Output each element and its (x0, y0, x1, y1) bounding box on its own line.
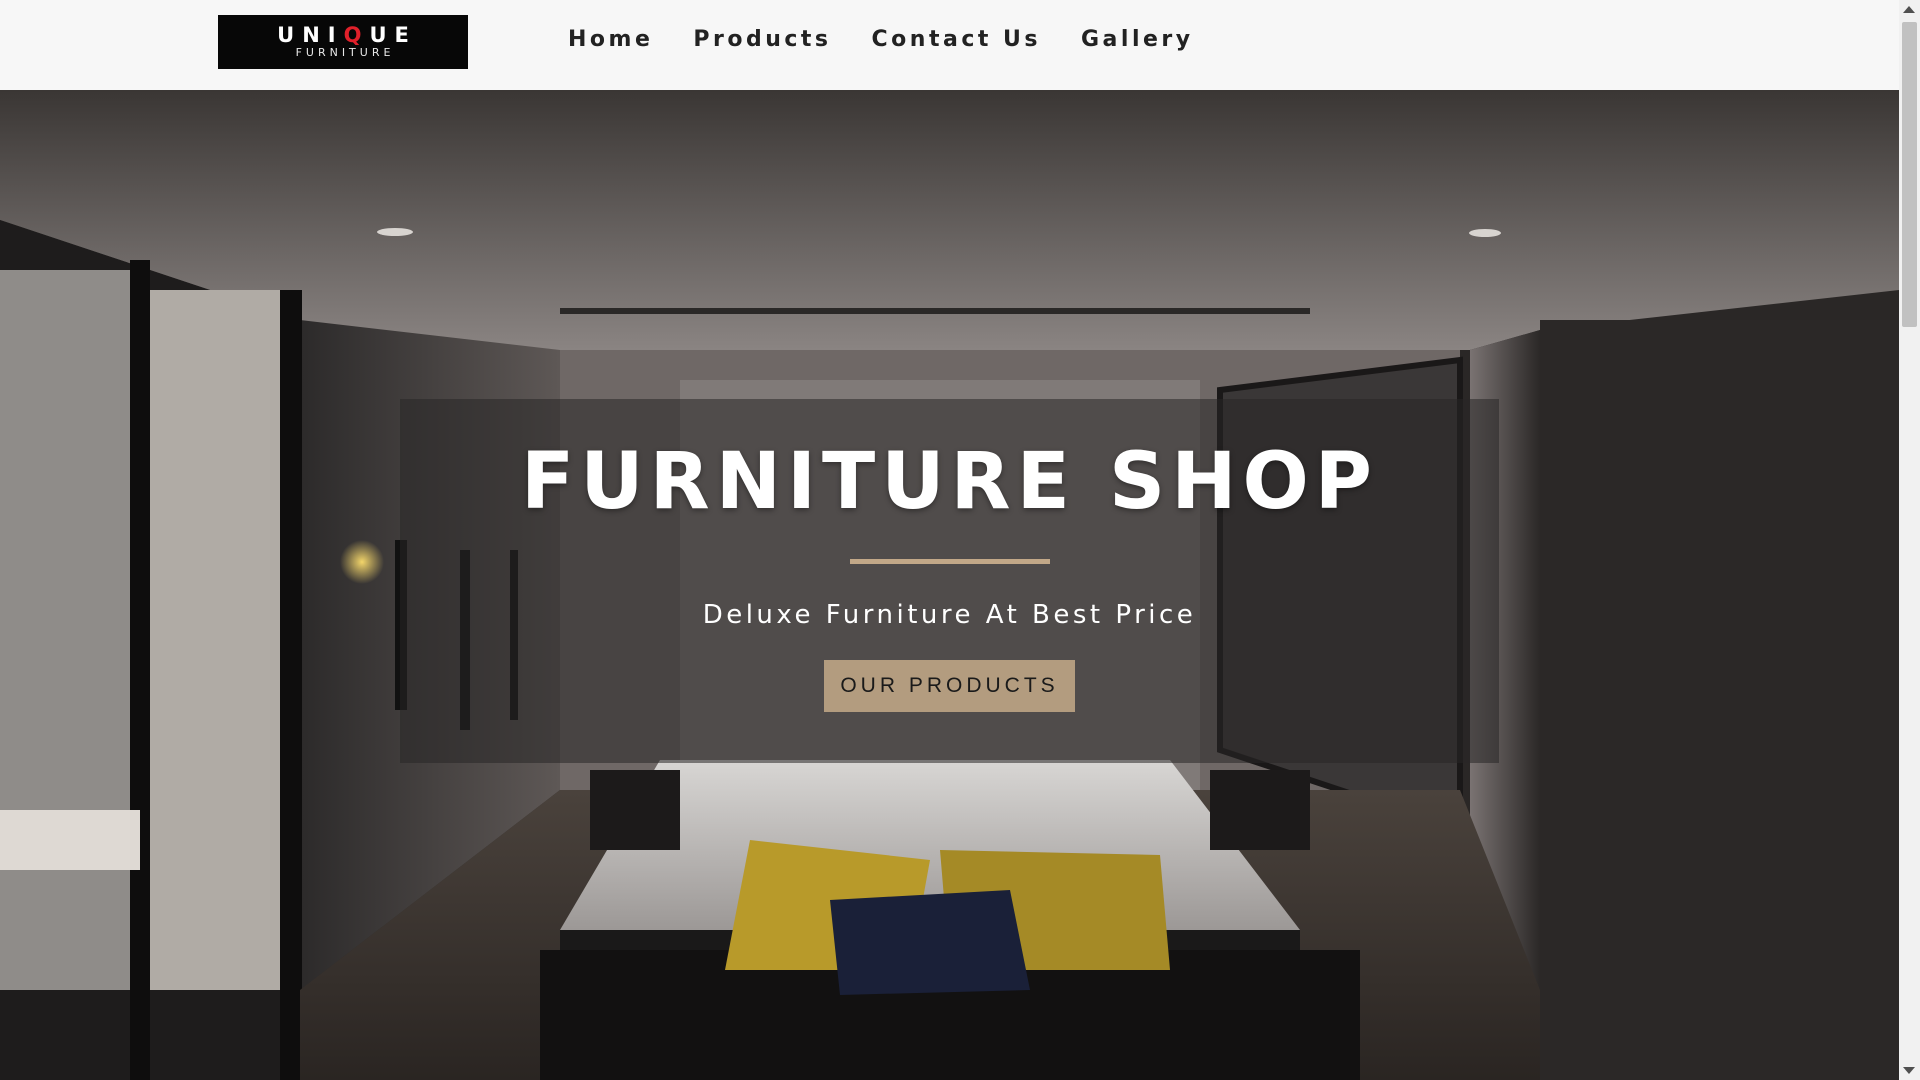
nav-products-link[interactable]: Products (693, 27, 831, 52)
logo-wordmark: UNIQUE (277, 23, 417, 47)
scroll-down-arrow-icon[interactable] (1903, 1067, 1915, 1074)
scroll-up-arrow-icon[interactable] (1903, 6, 1915, 13)
hero-title: FURNITURE SHOP (521, 437, 1378, 527)
unique-furniture-logo[interactable]: UNIQUE FURNITURE (218, 15, 468, 69)
nav-home-link[interactable]: Home (568, 27, 653, 52)
hero-overlay-box: FURNITURE SHOP Deluxe Furniture At Best … (400, 399, 1499, 763)
hero-section: FURNITURE SHOP Deluxe Furniture At Best … (0, 90, 1899, 1080)
hero-divider (849, 559, 1050, 564)
top-navbar: UNIQUE FURNITURE Home Products Contact U… (0, 0, 1899, 90)
vertical-scrollbar[interactable] (1899, 0, 1920, 1080)
scrollbar-thumb[interactable] (1902, 22, 1917, 327)
nav-gallery-link[interactable]: Gallery (1081, 27, 1194, 52)
logo-subtitle: FURNITURE (295, 46, 395, 59)
our-products-button[interactable]: OUR PRODUCTS (824, 660, 1075, 712)
main-nav: Home Products Contact Us Gallery (568, 24, 1234, 54)
hero-subtitle: Deluxe Furniture At Best Price (702, 600, 1197, 630)
nav-contact-us-link[interactable]: Contact Us (872, 27, 1041, 52)
